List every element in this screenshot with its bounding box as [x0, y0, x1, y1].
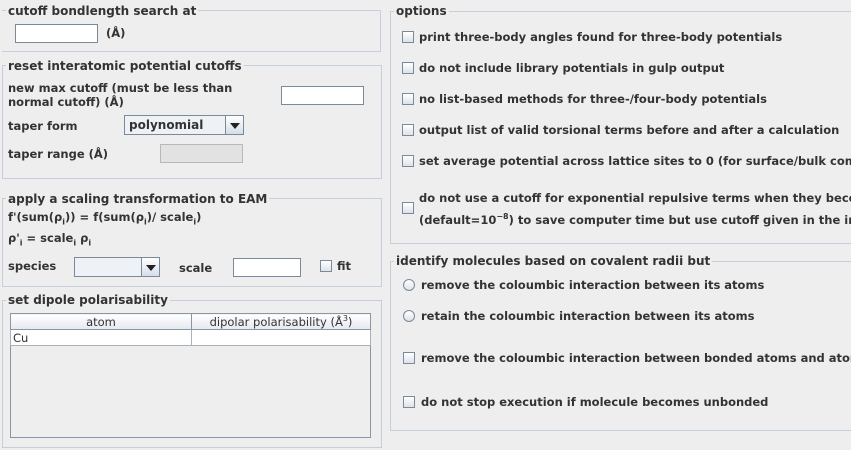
option-checkbox-4[interactable] [402, 124, 414, 136]
cutoff-unit-label: (Å) [106, 26, 126, 40]
option-checkbox-2[interactable] [402, 62, 414, 74]
option-label-2: do not include library potentials in gul… [419, 61, 725, 75]
unbonded-label: do not stop execution if molecule become… [421, 395, 769, 409]
option-label-4: output list of valid torsional terms bef… [419, 123, 840, 137]
polarisability-header-unit: (Å3) [330, 314, 353, 329]
option6-exponent: −8 [496, 212, 509, 221]
options-title: options [394, 4, 449, 18]
max-cutoff-input[interactable] [281, 86, 364, 105]
dipole-table: atom dipolar polarisability (Å3) Cu [10, 313, 371, 346]
eam-title: apply a scaling transformation to EAM [6, 192, 270, 206]
table-row[interactable]: Cu [10, 329, 371, 346]
table-cell-polarisability[interactable] [191, 329, 371, 346]
unbonded-checkbox[interactable] [403, 396, 415, 408]
molecules-title: identify molecules based on covalent rad… [394, 254, 713, 268]
option-label-6-line2: (default=10−8) to save computer time but… [419, 210, 851, 227]
option-label-6-line1: do not use a cutoff for exponential repu… [419, 191, 851, 205]
dipole-title: set dipole polarisability [6, 293, 170, 307]
column-header-atom[interactable]: atom [10, 313, 192, 330]
cutoff-bondlength-title: cutoff bondlength search at [6, 4, 199, 18]
option-label-3: no list-based methods for three-/four-bo… [419, 92, 767, 106]
chevron-down-icon[interactable] [141, 258, 159, 276]
taper-range-input [160, 144, 243, 163]
option6-suffix: ) to save computer time but use cutoff g… [508, 212, 851, 227]
max-cutoff-label-line1: new max cutoff (must be less than [8, 81, 233, 95]
option-checkbox-3[interactable] [402, 93, 414, 105]
retain-coulomb-radio[interactable] [403, 310, 415, 322]
eam-formula-2: ρ'i = scalei ρi [8, 231, 92, 248]
remove-coulomb-radio[interactable] [403, 279, 415, 291]
fit-label: fit [337, 259, 352, 273]
table-cell-atom[interactable]: Cu [10, 329, 192, 346]
remove-coulomb-label: remove the coloumbic interaction between… [421, 278, 765, 292]
scale-label: scale [179, 261, 213, 275]
taper-form-label: taper form [8, 119, 78, 133]
species-label: species [8, 259, 57, 273]
option6-prefix: (default=10 [419, 212, 497, 227]
eam-formula-1: f'(sum(ρi)) = f(sum(ρi)/ scalei) [8, 210, 202, 227]
option-checkbox-6[interactable] [402, 202, 414, 214]
species-select[interactable] [74, 257, 160, 277]
cutoff-bondlength-input[interactable] [15, 24, 98, 43]
column-header-polarisability[interactable]: dipolar polarisability (Å3) [191, 313, 371, 330]
taper-range-label: taper range (Å) [8, 147, 109, 161]
option-label-5: set average potential across lattice sit… [419, 154, 851, 168]
remove-bonded-label: remove the coloumbic interaction between… [421, 351, 851, 365]
taper-form-select[interactable]: polynomial [124, 115, 244, 135]
reset-cutoffs-title: reset interatomic potential cutoffs [6, 59, 244, 73]
retain-coulomb-label: retain the coloumbic interaction between… [421, 309, 755, 323]
fit-checkbox[interactable] [320, 260, 332, 272]
chevron-down-icon[interactable] [225, 116, 243, 134]
option-checkbox-5[interactable] [402, 155, 414, 167]
scale-input[interactable] [233, 258, 301, 277]
option-checkbox-1[interactable] [402, 31, 414, 43]
polarisability-header-text: dipolar polarisability [209, 314, 327, 329]
remove-bonded-checkbox[interactable] [403, 352, 415, 364]
taper-form-value: polynomial [129, 118, 204, 132]
option-label-1: print three-body angles found for three-… [419, 30, 783, 44]
max-cutoff-label-line2: normal cutoff) (Å) [8, 95, 124, 109]
